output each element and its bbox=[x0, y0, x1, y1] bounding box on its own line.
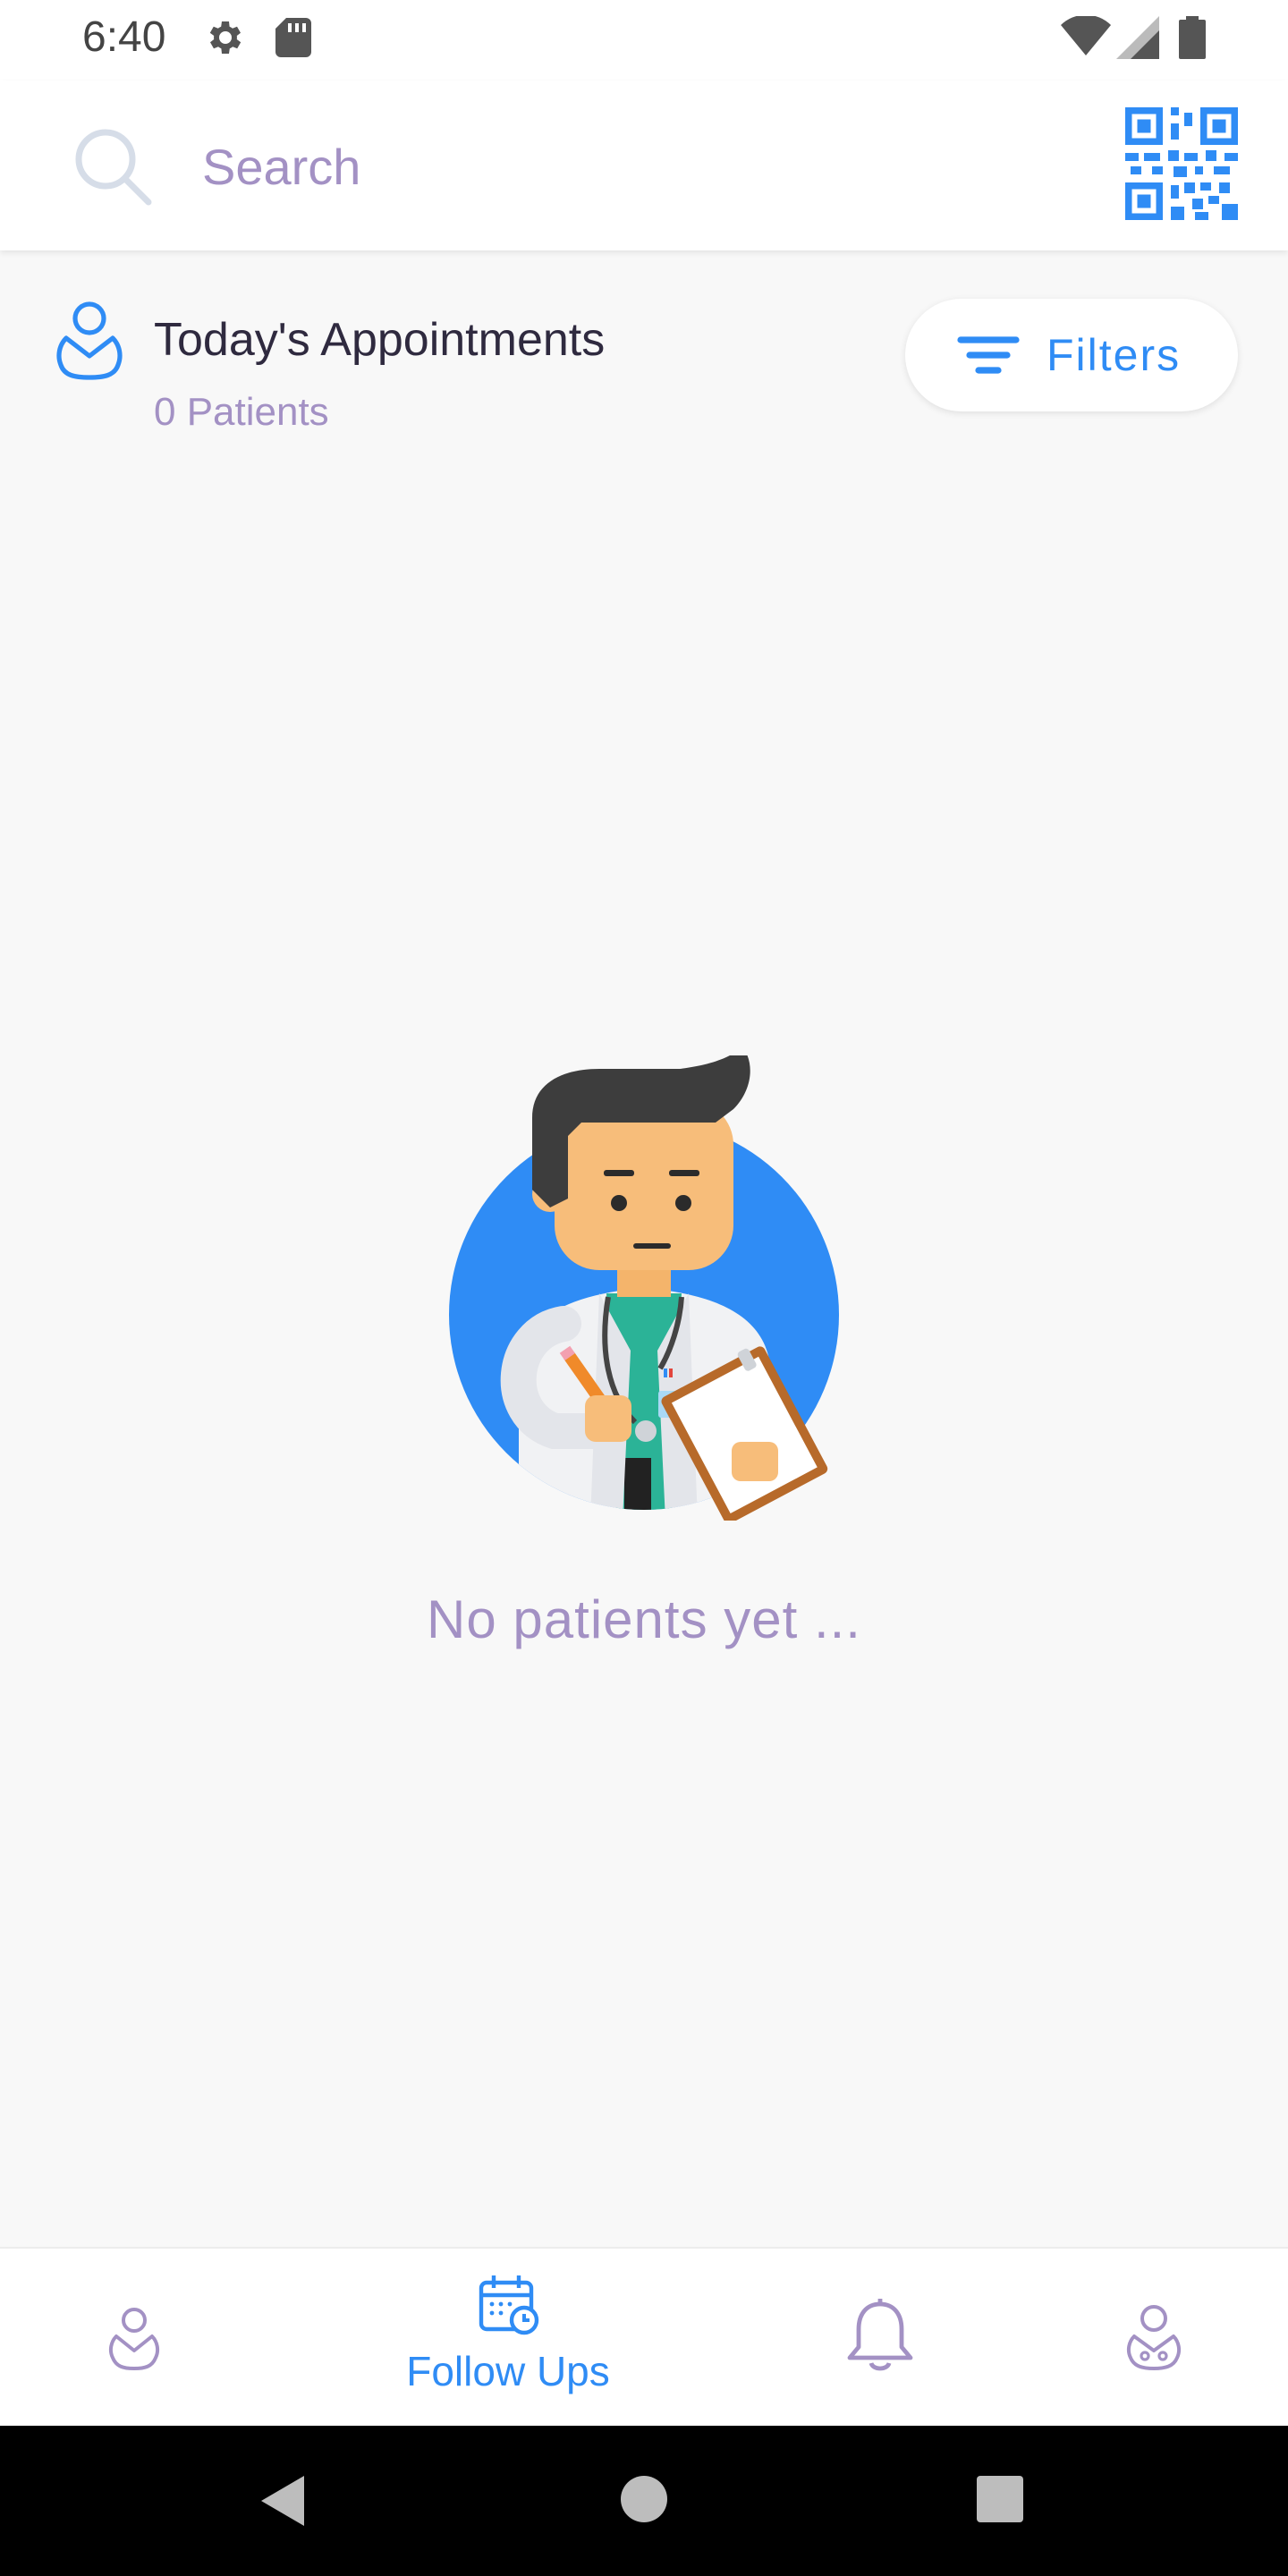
search-input[interactable] bbox=[200, 134, 1009, 199]
signal-icon bbox=[1116, 16, 1159, 64]
back-icon[interactable] bbox=[258, 2474, 308, 2532]
filters-label: Filters bbox=[1046, 330, 1182, 380]
filters-button[interactable]: Filters bbox=[905, 299, 1238, 411]
battery-icon bbox=[1179, 16, 1206, 64]
bell-icon bbox=[844, 2299, 916, 2380]
doctor-illustration bbox=[447, 1046, 841, 1524]
page-title: Today's Appointments bbox=[154, 314, 606, 366]
appointments-header: Today's Appointments 0 Patients Filters bbox=[0, 268, 1288, 447]
patient-icon bbox=[107, 2306, 161, 2375]
system-nav-bar bbox=[0, 2426, 1288, 2576]
qr-code-icon[interactable] bbox=[1125, 107, 1238, 220]
status-time: 6:40 bbox=[82, 13, 166, 61]
filter-icon bbox=[957, 335, 1020, 380]
empty-state-message: No patients yet ... bbox=[427, 1589, 861, 1649]
sd-card-icon bbox=[274, 16, 313, 64]
recents-icon[interactable] bbox=[977, 2476, 1023, 2527]
nav-item-notifications[interactable] bbox=[746, 2249, 1014, 2428]
patient-count: 0 Patients bbox=[154, 390, 329, 434]
patient-icon bbox=[55, 299, 123, 386]
nav-item-patients[interactable] bbox=[0, 2249, 268, 2428]
wifi-icon bbox=[1061, 14, 1111, 64]
top-bar bbox=[0, 80, 1288, 250]
nav-item-follow-ups[interactable]: Follow Ups bbox=[374, 2249, 642, 2428]
status-bar: 6:40 bbox=[0, 0, 1288, 80]
home-icon[interactable] bbox=[621, 2476, 667, 2527]
nav-item-profile[interactable] bbox=[1020, 2249, 1288, 2428]
gear-icon bbox=[202, 16, 245, 64]
nav-label-follow-ups: Follow Ups bbox=[406, 2348, 610, 2394]
doctor-icon bbox=[1123, 2302, 1184, 2375]
search-icon[interactable] bbox=[70, 123, 159, 217]
bottom-nav: Follow Ups bbox=[0, 2247, 1288, 2428]
calendar-clock-icon bbox=[476, 2272, 540, 2341]
